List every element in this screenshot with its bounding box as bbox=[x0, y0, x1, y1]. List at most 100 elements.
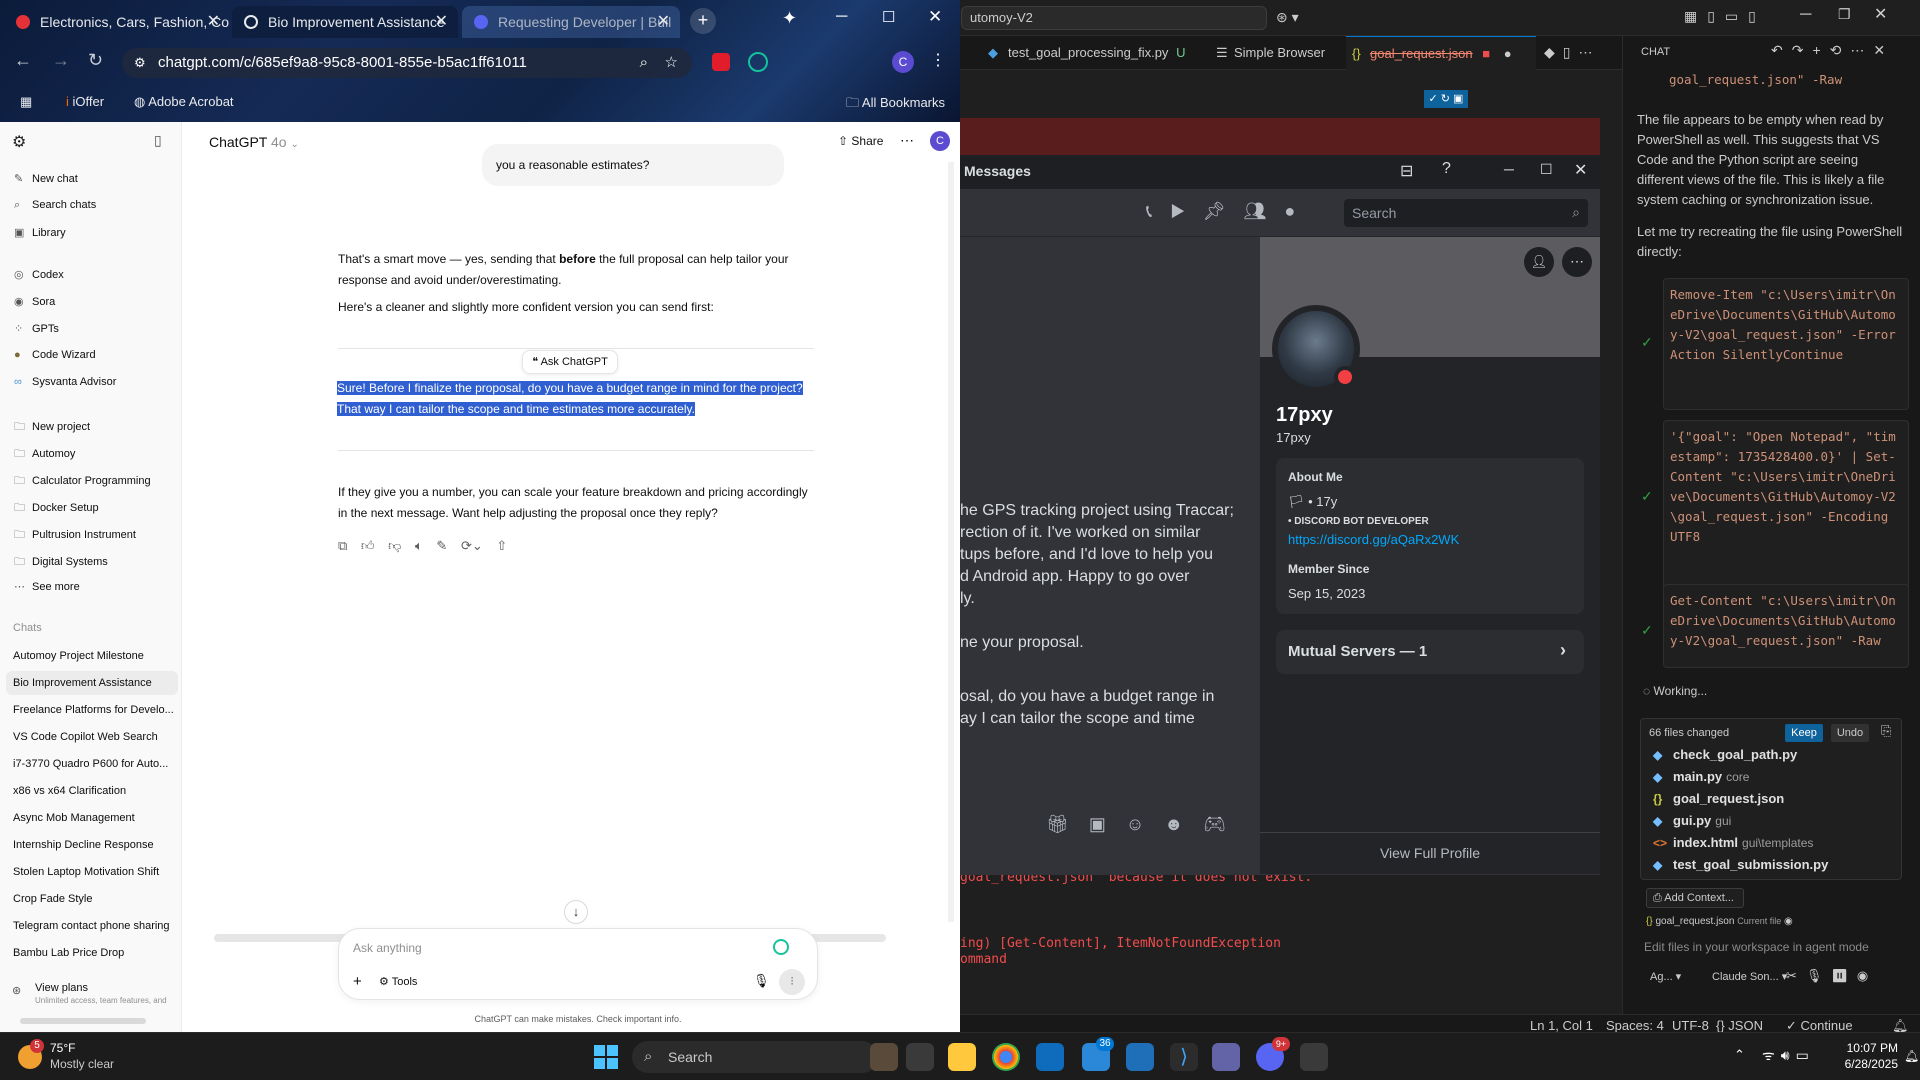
tab-simple-browser[interactable]: ☰ Simple Browser bbox=[1210, 36, 1325, 70]
chat-history-item[interactable]: Async Mob Management bbox=[13, 812, 173, 824]
changed-file-row[interactable]: ◆ main.py core bbox=[1653, 769, 1749, 784]
tab-requesting-developer[interactable]: Requesting Developer | Buil ✕ bbox=[462, 6, 680, 38]
file-explorer-icon[interactable] bbox=[948, 1043, 976, 1071]
chat-history-item[interactable]: Bambu Lab Price Drop bbox=[13, 947, 173, 959]
store-icon[interactable] bbox=[1036, 1043, 1064, 1071]
taskview-icon[interactable] bbox=[870, 1043, 898, 1071]
apps-icon[interactable]: ▦ bbox=[20, 94, 32, 110]
system-tray-icons[interactable]: ᯤ🔊︎▭ bbox=[1762, 1046, 1815, 1065]
library-button[interactable]: ▣ Library bbox=[14, 226, 66, 239]
undo-button[interactable]: Undo bbox=[1831, 724, 1869, 742]
code-block[interactable]: Get-Content "c:\Users\imitr\OneDrive\Doc… bbox=[1663, 584, 1909, 668]
composer-icons[interactable]: 🎁︎▣☺☻🎮︎ bbox=[1046, 814, 1246, 835]
maximize-icon[interactable]: ☐ bbox=[882, 8, 895, 26]
code-block[interactable]: Remove-Item "c:\Users\imitr\OneDrive\Doc… bbox=[1663, 278, 1909, 410]
bookmark-ioffer[interactable]: i iOffer bbox=[66, 94, 104, 109]
language-mode[interactable]: {} JSON bbox=[1716, 1018, 1763, 1033]
model-selector[interactable]: ChatGPT 4o ⌄ bbox=[209, 134, 299, 150]
profile-avatar[interactable]: C bbox=[892, 51, 914, 73]
notification-icon[interactable]: 🔔︎ bbox=[1904, 1049, 1919, 1063]
chrome-icon[interactable] bbox=[992, 1043, 1020, 1071]
view-full-profile-link[interactable]: View Full Profile bbox=[1260, 845, 1600, 861]
view-plans-button[interactable]: View plans bbox=[35, 982, 88, 994]
encoding[interactable]: UTF-8 bbox=[1672, 1018, 1709, 1033]
project-item[interactable]: 🗀︎ Calculator Programming bbox=[14, 472, 151, 491]
editor-actions[interactable]: ◆▯⋯ bbox=[1544, 44, 1600, 61]
minimize-icon[interactable]: ─ bbox=[836, 8, 847, 26]
user-avatar[interactable]: C bbox=[930, 131, 950, 151]
voice-mode-button[interactable]: ⫶ bbox=[779, 969, 805, 995]
restore-icon[interactable]: ❐ bbox=[1838, 6, 1851, 23]
search-chats-button[interactable]: ⌕ Search chats bbox=[14, 199, 96, 212]
project-item[interactable]: 🗀︎ Digital Systems bbox=[14, 553, 108, 572]
chat-history-item[interactable]: Automoy Project Milestone bbox=[13, 650, 173, 662]
invite-link[interactable]: https://discord.gg/aQaRx2WK bbox=[1288, 532, 1459, 547]
changed-file-row[interactable]: {} goal_request.json bbox=[1653, 791, 1784, 806]
agent-input[interactable]: Edit files in your workspace in agent mo… bbox=[1644, 940, 1914, 954]
close-tab-icon[interactable]: ✕ bbox=[435, 6, 448, 38]
close-tab-icon[interactable]: ✕ bbox=[207, 6, 220, 38]
changed-file-row[interactable]: <> index.html gui\templates bbox=[1653, 835, 1813, 850]
close-icon[interactable]: ✕ bbox=[1874, 4, 1887, 24]
chrome-menu-icon[interactable]: ⋮ bbox=[930, 50, 946, 70]
project-item[interactable]: 🗀︎ Pultrusion Instrument bbox=[14, 526, 136, 545]
app-icon[interactable] bbox=[1300, 1043, 1328, 1071]
thumbs-down-icon[interactable]: 👎︎ bbox=[388, 538, 401, 553]
sidebar-scrollbar[interactable] bbox=[20, 1018, 146, 1024]
photos-icon[interactable] bbox=[1126, 1043, 1154, 1071]
keep-button[interactable]: Keep bbox=[1785, 724, 1823, 742]
tools-button[interactable]: ⚙ Tools bbox=[379, 975, 417, 988]
chat-history-item[interactable]: i7-3770 Quadro P600 for Auto... bbox=[13, 758, 173, 770]
share-button[interactable]: ⇧ Share bbox=[838, 134, 883, 148]
agent-input-actions[interactable]: ✂🎙⏸◉ bbox=[1786, 968, 1877, 984]
forward-icon[interactable]: → bbox=[52, 50, 70, 71]
view-changes-icon[interactable]: ⎘ bbox=[1881, 723, 1891, 739]
site-info-icon[interactable]: ⚙ bbox=[134, 48, 146, 78]
copilot-app-icon[interactable] bbox=[906, 1043, 934, 1071]
chat-history-item[interactable]: VS Code Copilot Web Search bbox=[13, 731, 173, 743]
zoom-icon[interactable]: ⌕ bbox=[640, 48, 648, 78]
close-icon[interactable]: ✕ bbox=[928, 7, 942, 27]
reload-icon[interactable]: ↻ bbox=[88, 50, 103, 71]
tab-goal-request-json[interactable]: {} goal_request.json ■ ● bbox=[1346, 36, 1536, 70]
attach-icon[interactable]: + bbox=[353, 973, 362, 990]
taskbar-search[interactable]: ⌕ Search bbox=[632, 1041, 878, 1073]
current-file-chip[interactable]: {} goal_request.json Current file ◉ bbox=[1646, 912, 1816, 930]
all-bookmarks[interactable]: 🗀︎ All Bookmarks bbox=[846, 94, 945, 116]
sidebar-item-sora[interactable]: ◉ Sora bbox=[14, 295, 55, 308]
edit-canvas-icon[interactable]: ✎ bbox=[436, 538, 447, 553]
cursor-position[interactable]: Ln 1, Col 1 bbox=[1530, 1018, 1593, 1033]
changed-file-row[interactable]: ◆ test_goal_submission.py bbox=[1653, 857, 1828, 872]
teams-icon[interactable] bbox=[1212, 1043, 1240, 1071]
clock-time[interactable]: 10:07 PM bbox=[1838, 1041, 1898, 1055]
maximize-icon[interactable]: ☐ bbox=[1540, 161, 1553, 178]
see-more-button[interactable]: ⋯ See more bbox=[14, 580, 80, 593]
main-scrollbar[interactable] bbox=[948, 162, 954, 922]
model-select[interactable]: Claude Son... ▾ bbox=[1712, 970, 1787, 983]
sidebar-item-codex[interactable]: ◎ Codex bbox=[14, 268, 64, 281]
openai-logo-icon[interactable]: ⚙ bbox=[12, 132, 26, 152]
sidebar-item-gpts[interactable]: ⁘ GPTs bbox=[14, 322, 59, 335]
grammarly-icon[interactable] bbox=[748, 52, 768, 72]
address-bar[interactable]: ⚙ chatgpt.com/c/685ef9a8-95c8-8001-855e-… bbox=[122, 48, 692, 78]
vscode-icon[interactable]: ⟩ bbox=[1170, 1043, 1198, 1071]
search-input[interactable]: Search ⌕ bbox=[1344, 199, 1588, 227]
chat-history-item[interactable]: x86 vs x64 Clarification bbox=[13, 785, 173, 797]
share-icon[interactable]: ⇧ bbox=[496, 538, 507, 553]
chevron-up-icon[interactable]: ⌃ bbox=[1734, 1047, 1745, 1063]
minimize-icon[interactable]: ─ bbox=[1800, 6, 1811, 24]
back-icon[interactable]: ← bbox=[14, 50, 32, 71]
new-tab-button[interactable]: + bbox=[690, 8, 716, 34]
selected-quote[interactable]: Sure! Before I finalize the proposal, do… bbox=[337, 378, 807, 422]
bookmark-star-icon[interactable]: ☆ bbox=[665, 48, 678, 78]
tab-test-goal-processing[interactable]: ◆ test_goal_processing_fix.py U bbox=[984, 36, 1185, 70]
thumbs-up-icon[interactable]: 👍︎ bbox=[361, 538, 375, 553]
add-context-button[interactable]: ⎙ Add Context... bbox=[1646, 888, 1744, 908]
command-center[interactable]: utomoy-V2 bbox=[961, 6, 1267, 30]
tab-bio-improvement[interactable]: Bio Improvement Assistance ✕ bbox=[232, 6, 458, 38]
clock-date[interactable]: 6/28/2025 bbox=[1838, 1057, 1898, 1071]
changed-file-row[interactable]: ◆ check_goal_path.py bbox=[1653, 747, 1797, 762]
add-friend-icon[interactable]: 👤︎ bbox=[1524, 247, 1554, 277]
sidebar-item-sysvanta[interactable]: ∞ Sysvanta Advisor bbox=[14, 376, 116, 388]
inline-actions[interactable]: ✓ ↻ ▣ bbox=[1424, 90, 1468, 108]
